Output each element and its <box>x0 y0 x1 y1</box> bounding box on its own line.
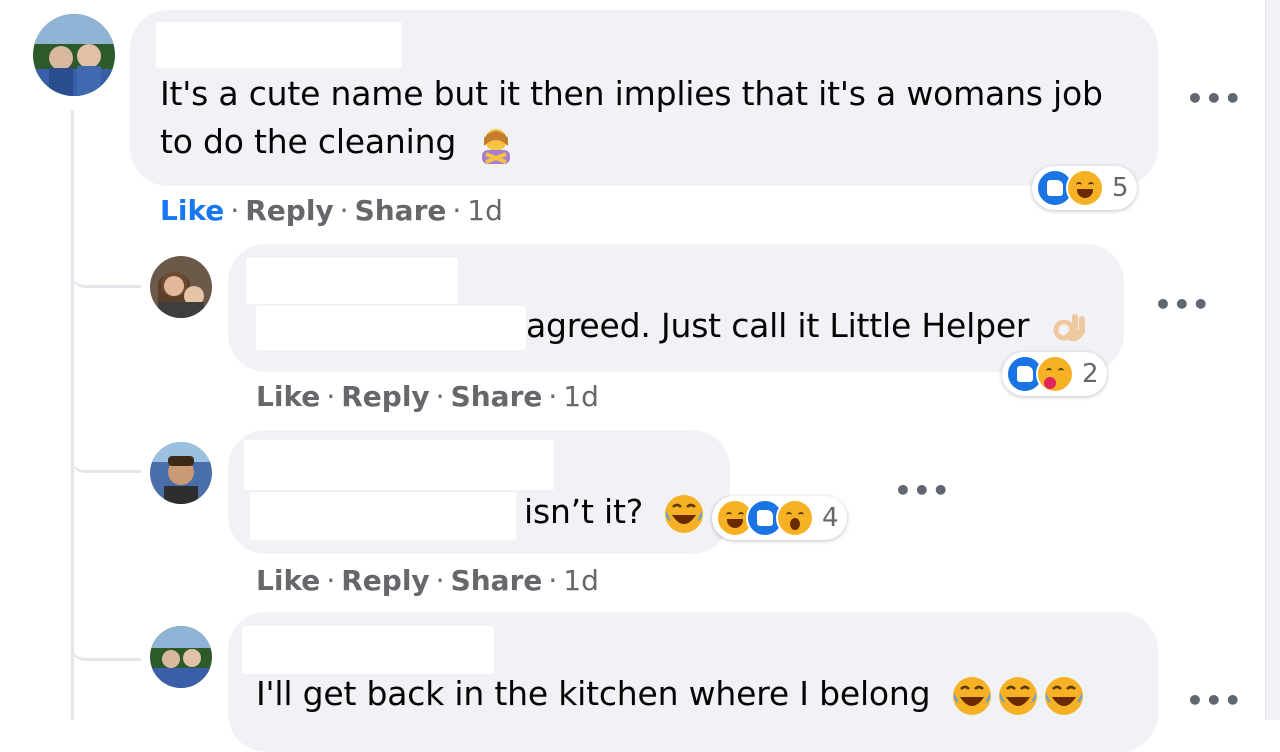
reaction-summary[interactable]: 2 <box>1002 352 1107 396</box>
separator: · <box>548 564 558 597</box>
reaction-summary[interactable]: 4 <box>712 496 847 540</box>
separator: · <box>435 380 445 413</box>
comment-actions: Like · Reply · Share · 1d <box>256 380 599 413</box>
comment-text: agreed. Just call it Little Helper <box>526 306 1030 345</box>
redacted-mention <box>250 492 516 540</box>
reply-button[interactable]: Reply <box>245 194 333 227</box>
comment-text-line: isn’t it? <box>524 488 705 536</box>
like-button[interactable]: Like <box>256 564 320 597</box>
comment-actions: Like · Reply · Share · 1d <box>256 564 599 597</box>
haha-reaction-icon <box>1066 169 1104 207</box>
avatar[interactable] <box>150 256 212 318</box>
redacted-author-name <box>246 258 458 304</box>
comment-text: isn’t it? <box>524 492 644 531</box>
separator: · <box>326 380 336 413</box>
redacted-author-name <box>242 626 494 674</box>
timestamp[interactable]: 1d <box>563 564 599 597</box>
woman-gesturing-no-emoji <box>476 124 516 164</box>
share-button[interactable]: Share <box>451 564 543 597</box>
separator: · <box>230 194 240 227</box>
reaction-count: 5 <box>1112 173 1129 203</box>
thread-branch <box>71 610 141 661</box>
share-button[interactable]: Share <box>355 194 447 227</box>
comment-text-line: I'll get back in the kitchen where I bel… <box>256 670 1085 718</box>
ok-hand-emoji <box>1050 308 1090 348</box>
tears-of-joy-emoji <box>951 675 993 717</box>
comment-actions: Like · Reply · Share · 1d <box>160 194 503 227</box>
more-options-button[interactable]: ••• <box>1186 684 1243 717</box>
redacted-author-name <box>156 22 402 68</box>
reply-button[interactable]: Reply <box>341 380 429 413</box>
comment-text: to do the cleaning <box>160 122 457 161</box>
separator: · <box>548 380 558 413</box>
avatar[interactable] <box>150 626 212 688</box>
separator: · <box>452 194 462 227</box>
more-options-button[interactable]: ••• <box>1186 82 1243 115</box>
separator: · <box>326 564 336 597</box>
reply-button[interactable]: Reply <box>341 564 429 597</box>
like-button[interactable]: Like <box>160 194 224 227</box>
comment-text-line: agreed. Just call it Little Helper <box>526 302 1090 350</box>
comment-text-line: It's a cute name but it then implies tha… <box>160 74 1103 113</box>
timestamp[interactable]: 1d <box>467 194 503 227</box>
redacted-author-name <box>244 440 554 490</box>
reaction-count: 2 <box>1082 359 1099 389</box>
care-reaction-icon <box>1036 355 1074 393</box>
tears-of-joy-emoji <box>1043 675 1085 717</box>
separator: · <box>339 194 349 227</box>
separator: · <box>435 564 445 597</box>
more-options-button[interactable]: ••• <box>894 474 951 507</box>
redacted-mention <box>256 306 526 350</box>
tears-of-joy-emoji <box>663 493 705 535</box>
reaction-summary[interactable]: 5 <box>1032 166 1137 210</box>
timestamp[interactable]: 1d <box>563 380 599 413</box>
avatar[interactable] <box>33 14 115 96</box>
share-button[interactable]: Share <box>451 380 543 413</box>
tears-of-joy-emoji <box>997 675 1039 717</box>
thread-branch <box>71 230 141 288</box>
thread-branch <box>71 420 141 473</box>
like-button[interactable]: Like <box>256 380 320 413</box>
scrollbar[interactable] <box>1265 0 1280 720</box>
comment-text-line: to do the cleaning <box>160 118 516 166</box>
more-options-button[interactable]: ••• <box>1154 288 1211 321</box>
comment-text: I'll get back in the kitchen where I bel… <box>256 674 931 713</box>
avatar[interactable] <box>150 442 212 504</box>
reaction-count: 4 <box>822 503 839 533</box>
wow-reaction-icon <box>776 499 814 537</box>
